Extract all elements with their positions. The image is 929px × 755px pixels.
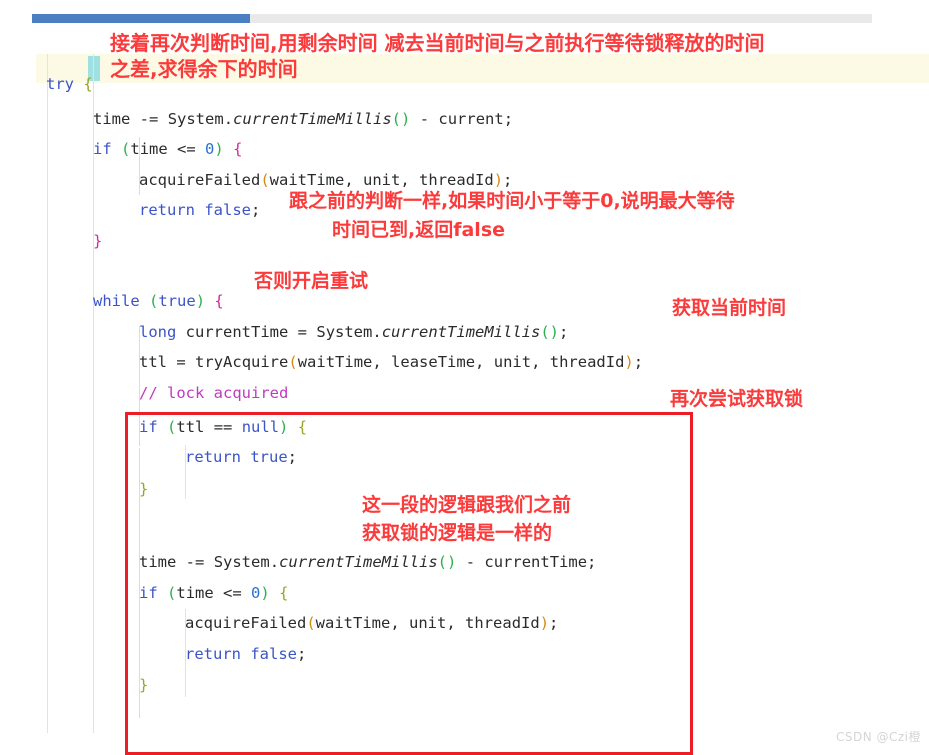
code-line-if-time-le-0-2[interactable]: if (time <= 0) { — [139, 584, 288, 602]
code-line-if-time-le-0[interactable]: if (time <= 0) { — [93, 140, 242, 158]
code-line-acquire-failed-2[interactable]: acquireFailed(waitTime, unit, threadId); — [185, 614, 558, 632]
code-line-try[interactable]: try { — [46, 75, 93, 93]
annotation-return-false-line1: 跟之前的判断一样,如果时间小于等于0,说明最大等待 — [289, 190, 735, 212]
annotation-remaining-time-line1: 接着再次判断时间,用剩余时间 减去当前时间与之前执行等待锁释放的时间 — [110, 31, 765, 55]
annotation-remaining-time-line2: 之差,求得余下的时间 — [110, 57, 298, 81]
code-line-ttl-try-acquire[interactable]: ttl = tryAcquire(waitTime, leaseTime, un… — [139, 353, 643, 371]
code-line-comment-lock-acquired[interactable]: // lock acquired — [139, 384, 288, 402]
code-line-if-ttl-null[interactable]: if (ttl == null) { — [139, 418, 307, 436]
annotation-same-logic-line1: 这一段的逻辑跟我们之前 — [362, 494, 572, 516]
indent-guide-level-1 — [47, 54, 48, 733]
code-line-time-minus-currenttime[interactable]: time -= System.currentTimeMillis() - cur… — [139, 553, 596, 571]
annotation-same-logic-line2: 获取锁的逻辑是一样的 — [362, 522, 553, 544]
code-line-close-if-ttl[interactable]: } — [139, 480, 148, 498]
annotation-return-false-line2: 时间已到,返回false — [332, 219, 506, 241]
code-line-acquire-failed-1[interactable]: acquireFailed(waitTime, unit, threadId); — [139, 171, 512, 189]
horizontal-scrollbar-thumb[interactable] — [32, 14, 250, 23]
annotation-try-acquire-again: 再次尝试获取锁 — [670, 388, 804, 410]
code-line-return-true[interactable]: return true; — [185, 448, 297, 466]
code-line-time-minus-current[interactable]: time -= System.currentTimeMillis() - cur… — [93, 110, 513, 128]
annotation-get-current-time: 获取当前时间 — [672, 297, 787, 319]
horizontal-scrollbar[interactable] — [32, 14, 872, 23]
code-line-long-current-time[interactable]: long currentTime = System.currentTimeMil… — [139, 323, 568, 341]
code-line-return-false-1[interactable]: return false; — [139, 201, 260, 219]
csdn-watermark: CSDN @Czi橙 — [835, 730, 921, 744]
annotation-retry: 否则开启重试 — [254, 270, 369, 292]
code-line-close-if-2[interactable]: } — [139, 676, 148, 694]
code-line-return-false-2[interactable]: return false; — [185, 645, 306, 663]
code-line-close-if-1[interactable]: } — [93, 232, 102, 250]
code-line-while-true[interactable]: while (true) { — [93, 292, 224, 310]
code-editor-surface[interactable]: try { time -= System.currentTimeMillis()… — [0, 28, 929, 755]
